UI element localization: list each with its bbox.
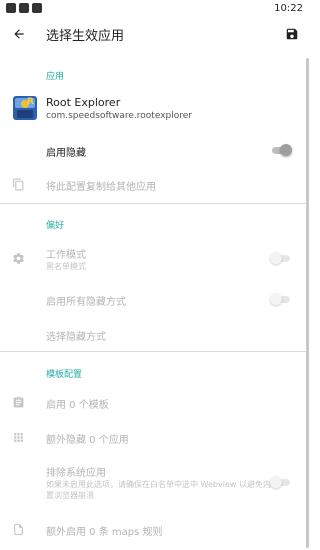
choose-hide-label: 选择隐藏方式 xyxy=(46,332,106,343)
exclude-system-label: 排除系统应用 xyxy=(46,468,106,479)
status-icon xyxy=(32,3,42,13)
work-mode-text: 工作模式 黑名单模式 xyxy=(46,246,86,272)
svg-text:R: R xyxy=(27,97,34,107)
clipboard-icon xyxy=(11,395,25,409)
section-header-prefs: 偏好 xyxy=(46,221,65,231)
choose-hide-row[interactable]: 选择隐藏方式 xyxy=(0,324,306,344)
status-time: 10:22 xyxy=(274,2,303,14)
section-header-templates: 模板配置 xyxy=(46,370,83,380)
exclude-system-row[interactable]: 排除系统应用 如果未启用此选项，请确保在白名单中选中 Webview 以避免内置… xyxy=(0,462,306,502)
section-header-app: 应用 xyxy=(46,72,65,82)
work-mode-toggle[interactable] xyxy=(270,252,292,264)
divider xyxy=(0,351,306,352)
enable-hide-row[interactable]: 启用隐藏 xyxy=(0,140,306,160)
page-title: 选择生效应用 xyxy=(46,28,125,44)
all-hide-label: 启用所有隐藏方式 xyxy=(46,297,126,308)
all-hide-row[interactable]: 启用所有隐藏方式 xyxy=(0,289,306,309)
extra-maps-label: 额外启用 0 条 maps 规则 xyxy=(46,527,163,538)
status-icon xyxy=(6,3,16,13)
enable-templates-row[interactable]: 启用 0 个模板 xyxy=(0,392,306,412)
all-hide-toggle[interactable] xyxy=(270,293,292,305)
extra-hide-label: 额外隐藏 0 个应用 xyxy=(46,435,129,446)
status-bar: 10:22 xyxy=(0,0,309,16)
file-icon xyxy=(11,522,25,536)
app-icon: R xyxy=(13,96,37,120)
copy-icon xyxy=(11,177,25,191)
back-button[interactable] xyxy=(2,16,36,52)
status-icons xyxy=(6,3,42,13)
arrow-left-icon xyxy=(14,29,24,39)
work-mode-row[interactable]: 工作模式 黑名单模式 xyxy=(0,244,306,272)
save-icon xyxy=(286,28,298,40)
enable-hide-toggle[interactable] xyxy=(270,144,292,156)
divider xyxy=(0,203,306,204)
copy-config-label: 将此配置复制给其他应用 xyxy=(46,182,156,193)
enable-hide-label: 启用隐藏 xyxy=(46,148,86,159)
exclude-system-text: 排除系统应用 如果未启用此选项，请确保在白名单中选中 Webview 以避免内置… xyxy=(46,464,276,501)
app-bar: 选择生效应用 xyxy=(0,16,309,52)
extra-maps-row[interactable]: 额外启用 0 条 maps 规则 xyxy=(0,519,306,539)
enable-templates-label: 启用 0 个模板 xyxy=(46,400,109,411)
app-name: Root Explorer xyxy=(46,96,121,109)
exclude-system-toggle[interactable] xyxy=(270,476,292,488)
app-package-name: com.speedsoftware.rootexplorer xyxy=(46,111,192,121)
copy-config-row[interactable]: 将此配置复制给其他应用 xyxy=(0,174,306,194)
gear-icon xyxy=(11,251,25,265)
work-mode-value: 黑名单模式 xyxy=(46,262,86,271)
scrollbar[interactable] xyxy=(306,58,309,548)
status-icon xyxy=(19,3,29,13)
extra-hide-row[interactable]: 额外隐藏 0 个应用 xyxy=(0,427,306,447)
work-mode-label: 工作模式 xyxy=(46,250,86,261)
grid-icon xyxy=(11,430,25,444)
save-button[interactable] xyxy=(275,16,309,52)
exclude-system-desc: 如果未启用此选项，请确保在白名单中选中 Webview 以避免内置浏览器崩溃 xyxy=(46,480,271,500)
